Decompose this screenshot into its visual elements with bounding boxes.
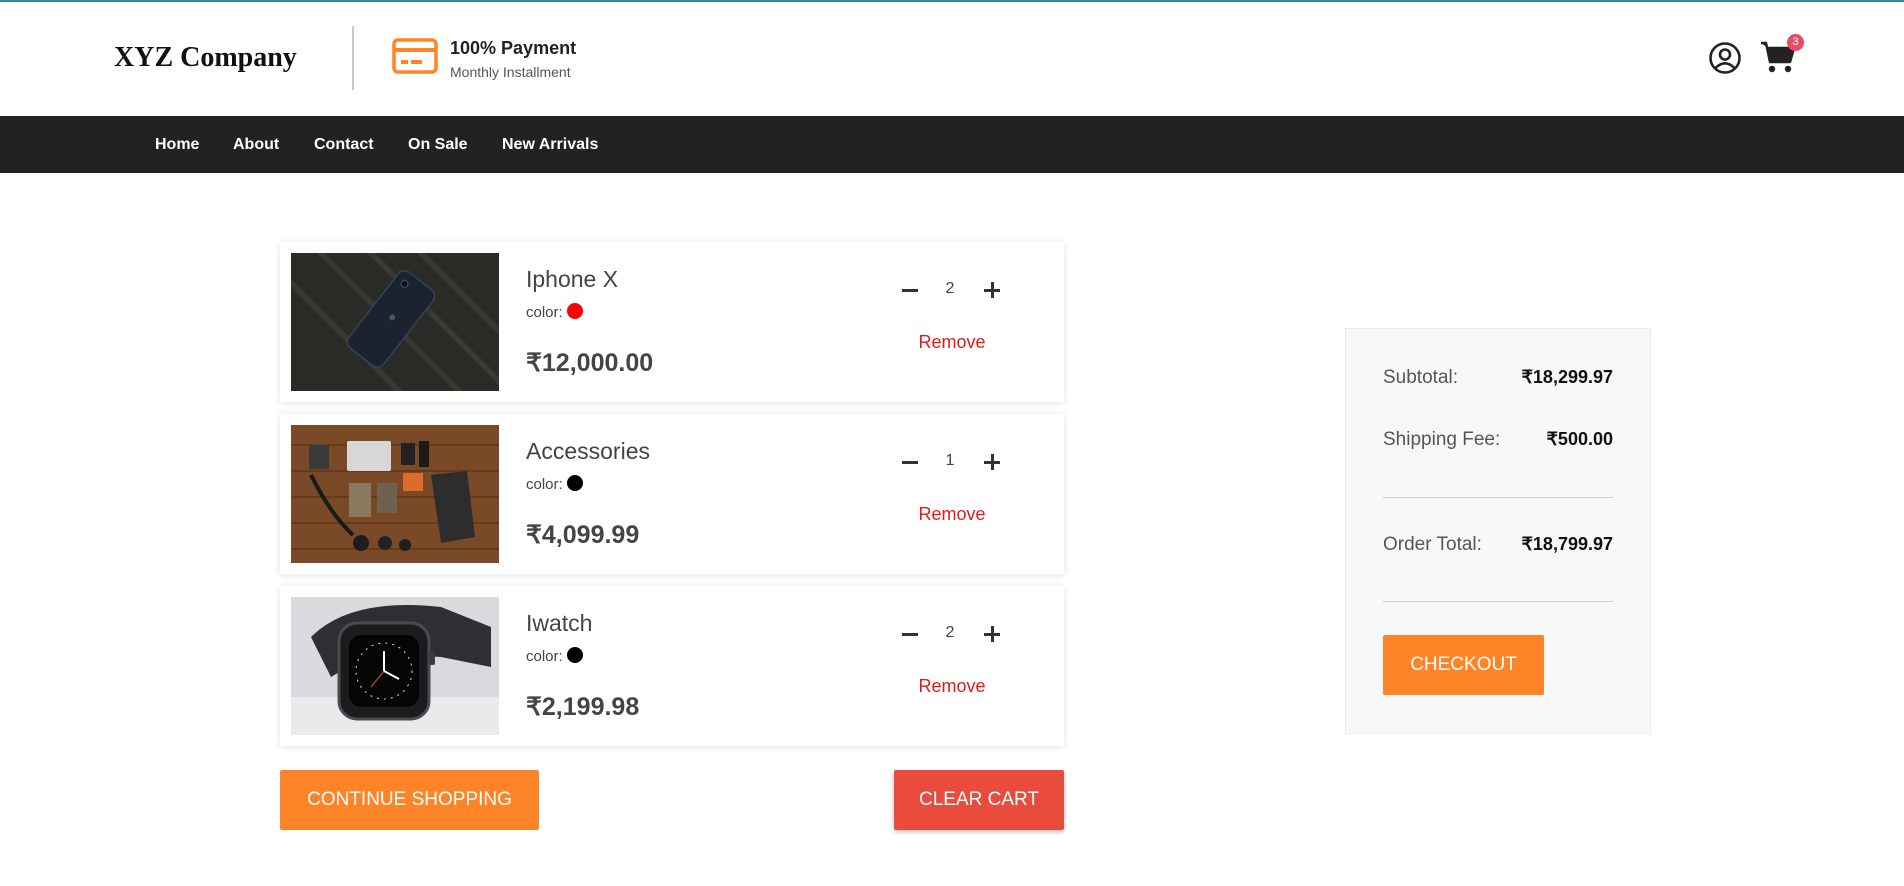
color-swatch [566, 475, 583, 491]
increase-quantity-button[interactable] [982, 452, 1002, 472]
increase-quantity-button[interactable] [982, 624, 1002, 644]
quantity-value: 1 [945, 452, 955, 469]
quantity-value: 2 [945, 280, 955, 297]
subtotal-label: Subtotal: [1383, 367, 1458, 388]
item-color: color: [526, 647, 583, 665]
product-image-iphone [291, 253, 499, 391]
remove-item-button[interactable]: Remove [916, 504, 988, 525]
nav-item-contact[interactable]: Contact [314, 136, 374, 154]
color-swatch [566, 303, 583, 319]
nav-item-home[interactable]: Home [155, 136, 199, 154]
order-summary: Subtotal: ₹18,299.97 Shipping Fee: ₹500.… [1345, 328, 1651, 734]
checkout-button[interactable]: CHECKOUT [1383, 635, 1544, 695]
item-price: ₹2,199.98 [526, 693, 640, 721]
nav-item-new-arrivals[interactable]: New Arrivals [502, 136, 598, 154]
site-header: XYZ Company 100% Payment Monthly Install… [0, 2, 1904, 116]
color-label: color: [526, 476, 563, 493]
color-label: color: [526, 304, 563, 321]
product-image-accessories [291, 425, 499, 563]
shipping-label: Shipping Fee: [1383, 429, 1501, 450]
payment-subtitle: Monthly Installment [450, 64, 571, 80]
decrease-quantity-button[interactable] [900, 624, 920, 644]
decrease-quantity-button[interactable] [900, 280, 920, 300]
remove-item-button[interactable]: Remove [916, 332, 988, 353]
summary-divider [1383, 601, 1613, 602]
decrease-quantity-button[interactable] [900, 452, 920, 472]
header-divider [352, 26, 354, 90]
product-image-iwatch [291, 597, 499, 735]
cart-item: Iwatch color: ₹2,199.98 2 Remove [280, 586, 1064, 746]
item-name: Iwatch [526, 610, 593, 636]
clear-cart-button[interactable]: CLEAR CART [894, 770, 1064, 830]
color-label: color: [526, 648, 563, 665]
item-color: color: [526, 475, 583, 493]
order-total-label: Order Total: [1383, 534, 1482, 555]
summary-divider [1383, 497, 1613, 498]
increase-quantity-button[interactable] [982, 280, 1002, 300]
quantity-value: 2 [945, 624, 955, 641]
subtotal-value: ₹18,299.97 [1521, 367, 1613, 387]
shipping-value: ₹500.00 [1546, 429, 1613, 449]
item-price: ₹4,099.99 [526, 521, 640, 549]
cart-item: Accessories color: ₹4,099.99 1 Remove [280, 414, 1064, 574]
cart-item: Iphone X color: ₹12,000.00 2 Remove [280, 242, 1064, 402]
item-name: Accessories [526, 438, 650, 464]
color-swatch [566, 647, 583, 663]
cart-count-badge: 3 [1787, 34, 1804, 51]
nav-item-on-sale[interactable]: On Sale [408, 136, 468, 154]
payment-title: 100% Payment [450, 38, 577, 58]
item-color: color: [526, 303, 583, 321]
credit-card-icon [392, 38, 438, 74]
nav-item-about[interactable]: About [233, 136, 279, 154]
continue-shopping-button[interactable]: CONTINUE SHOPPING [280, 770, 539, 830]
order-total-value: ₹18,799.97 [1521, 534, 1613, 554]
main-nav: Home About Contact On Sale New Arrivals [0, 116, 1904, 173]
item-name: Iphone X [526, 266, 619, 292]
company-logo[interactable]: XYZ Company [114, 42, 297, 74]
item-price: ₹12,000.00 [526, 349, 654, 377]
remove-item-button[interactable]: Remove [916, 676, 988, 697]
user-circle-icon[interactable] [1708, 41, 1742, 75]
